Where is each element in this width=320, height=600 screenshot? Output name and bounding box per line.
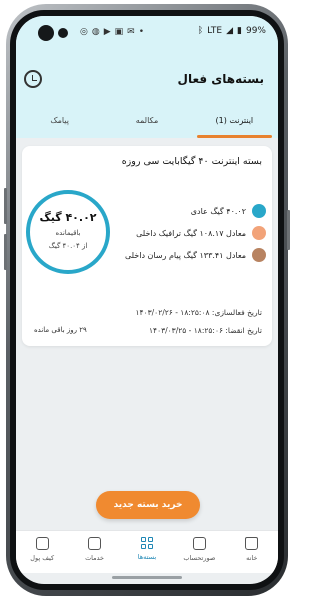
sensor <box>58 28 68 38</box>
tab-internet[interactable]: اینترنت (1) <box>191 106 278 138</box>
nav-services[interactable]: خدمات <box>68 531 120 573</box>
expiry-date: تاریخ انقضا: ۱۸:۲۵:۰۶ - ۱۴۰۳/۰۳/۲۵ <box>149 326 262 335</box>
total-label: از ۴۰.۰۴ گیگ <box>48 242 88 250</box>
battery-level: 99% <box>245 26 266 36</box>
days-left: ۲۹ روز باقی مانده <box>34 326 87 334</box>
nav-bill[interactable]: صورتحساب <box>173 531 225 573</box>
nav-wallet[interactable]: کیف پول <box>16 531 68 573</box>
legend-dot-messenger <box>252 248 266 262</box>
legend-label: ۴۰.۰۲ گیگ عادی <box>190 206 246 216</box>
nav-packages[interactable]: بسته‌ها <box>121 531 173 573</box>
front-camera <box>38 25 54 41</box>
legend-dot-domestic <box>252 226 266 240</box>
remaining-value: ۴۰.۰۲ گیگ <box>39 211 97 224</box>
nav-label: کیف پول <box>30 554 55 562</box>
more-dot-icon: • <box>138 27 145 37</box>
legend-label: معادل ۱۳۳.۴۱ گیگ پیام رسان داخلی <box>124 250 246 260</box>
nav-label: خانه <box>246 554 258 562</box>
packages-icon <box>140 537 153 549</box>
whatsapp-icon: ◎ <box>80 27 88 37</box>
history-icon[interactable] <box>24 70 42 88</box>
bill-icon <box>192 537 206 550</box>
legend-item: ۴۰.۰۲ گیگ عادی <box>191 204 266 218</box>
legend-item: معادل ۱۳۳.۴۱ گیگ پیام رسان داخلی <box>125 248 266 262</box>
status-bar: ◎ ◍ ▶ ▣ ✉ • ᛒ LTE ◢ ▮ 99% <box>16 16 278 50</box>
video-icon: ▣ <box>114 27 124 37</box>
remaining-ring: ۴۰.۰۲ گیگ باقیمانده از ۴۰.۰۴ گیگ <box>26 190 110 274</box>
page-title: بسته‌های فعال <box>177 72 264 86</box>
activation-date: تاریخ فعالسازی: ۱۸:۲۵:۰۸ - ۱۴۰۳/۰۲/۲۶ <box>135 308 262 317</box>
nav-label: صورتحساب <box>183 554 216 562</box>
nav-home[interactable]: خانه <box>226 531 278 573</box>
tab-calls[interactable]: مکالمه <box>103 106 190 138</box>
power-button <box>287 210 290 250</box>
screen: ◎ ◍ ▶ ▣ ✉ • ᛒ LTE ◢ ▮ 99% بسته‌های فعال … <box>16 16 278 584</box>
tab-sms[interactable]: پیامک <box>16 106 103 138</box>
notification-icons: ◎ ◍ ▶ ▣ ✉ • <box>80 27 144 37</box>
legend-dot-normal <box>252 204 266 218</box>
remaining-label: باقیمانده <box>55 229 81 237</box>
message-icon: ✉ <box>127 27 135 37</box>
volume-down-button <box>4 234 7 270</box>
bluetooth-icon: ᛒ <box>197 26 204 36</box>
volume-up-button <box>4 188 7 224</box>
home-icon <box>245 537 259 550</box>
wallet-icon <box>35 537 49 550</box>
nav-label: بسته‌ها <box>137 553 157 561</box>
buy-new-package-button[interactable]: خرید بسته جدید <box>96 491 200 519</box>
services-icon <box>88 537 102 550</box>
bottom-nav: خانه صورتحساب بسته‌ها خدمات کیف پول <box>16 530 278 573</box>
system-status: ᛒ LTE ◢ ▮ 99% <box>198 26 266 36</box>
gesture-bar[interactable] <box>112 576 182 579</box>
nav-label: خدمات <box>85 554 105 562</box>
signal-icon: ◢ <box>226 26 234 36</box>
package-title: بسته اینترنت ۴۰ گیگابایت سی روزه <box>121 156 262 167</box>
youtube-icon: ▶ <box>103 27 111 37</box>
chat-icon: ◍ <box>91 27 100 37</box>
app-header: بسته‌های فعال <box>16 50 278 106</box>
legend-label: معادل ۱۰۸.۱۷ گیگ ترافیک داخلی <box>136 228 246 238</box>
lte-label: LTE <box>207 26 223 36</box>
tab-bar: اینترنت (1) مکالمه پیامک <box>16 106 278 138</box>
legend-item: معادل ۱۰۸.۱۷ گیگ ترافیک داخلی <box>136 226 266 240</box>
battery-icon: ▮ <box>237 26 242 36</box>
package-card[interactable]: بسته اینترنت ۴۰ گیگابایت سی روزه ۴۰.۰۲ گ… <box>22 146 272 346</box>
